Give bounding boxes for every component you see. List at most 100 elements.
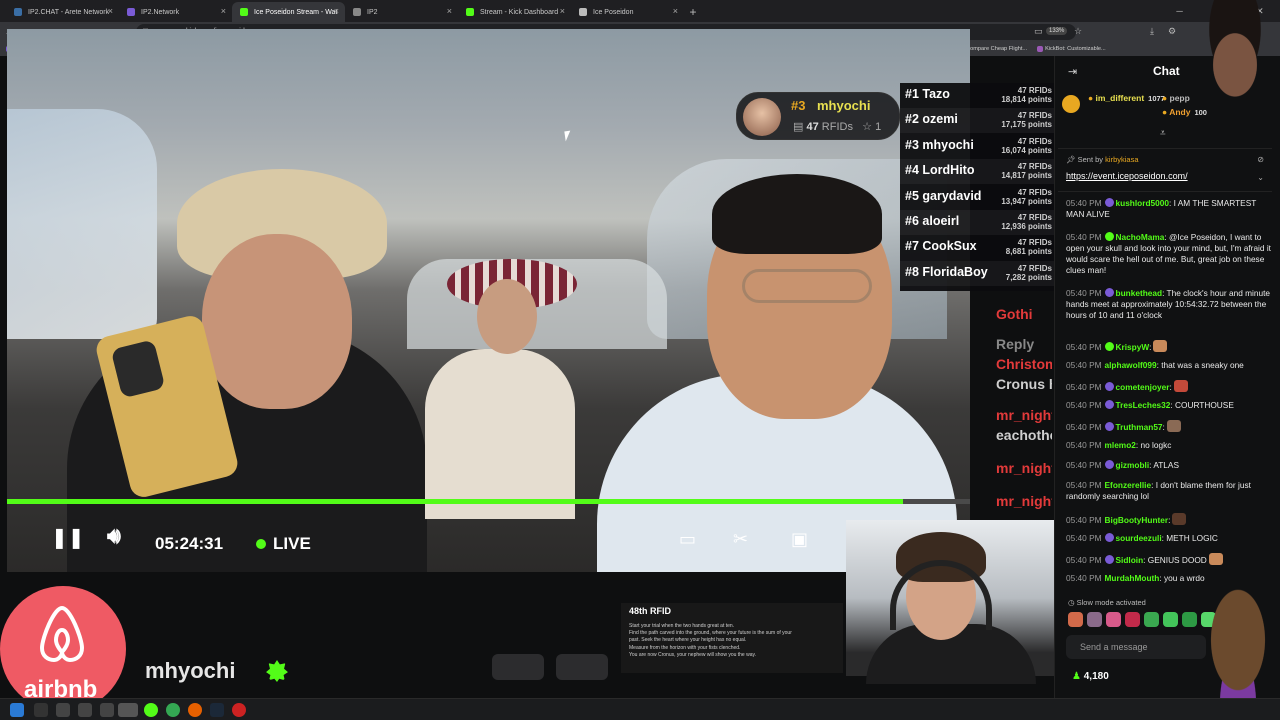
- message-username[interactable]: TresLeches32: [1116, 400, 1171, 410]
- browser-tab[interactable]: Stream - Kick Dashboard ×: [458, 2, 571, 22]
- close-tab-icon[interactable]: ×: [221, 6, 226, 16]
- search-icon[interactable]: [34, 703, 48, 717]
- unpin-icon[interactable]: ⊘: [1257, 155, 1264, 164]
- message-username[interactable]: cometenjoyer: [1116, 382, 1170, 392]
- close-tab-icon[interactable]: ×: [447, 6, 452, 16]
- collapse-chat-icon[interactable]: ⇥: [1068, 65, 1077, 78]
- browser-tab[interactable]: IP2.CHAT - Arete Network ×: [6, 2, 119, 22]
- browser-tab[interactable]: IP2.Network ×: [119, 2, 232, 22]
- emote-icon[interactable]: [1182, 612, 1197, 627]
- emote-icon[interactable]: [1144, 612, 1159, 627]
- app-icon[interactable]: [118, 703, 138, 717]
- message-username[interactable]: NachoMama: [1116, 232, 1165, 242]
- emote-icon[interactable]: [1163, 612, 1178, 627]
- browser-tab[interactable]: Ice Poseidon Stream - Wat ×: [232, 2, 345, 22]
- progress-bar[interactable]: [7, 499, 970, 504]
- emote-icon[interactable]: [1087, 612, 1102, 627]
- leaderboard-row: #7 CookSux 47 RFIDs 8,681 points: [900, 235, 1054, 260]
- close-tab-icon[interactable]: ×: [673, 6, 678, 16]
- gifter[interactable]: ● pepp: [1162, 93, 1194, 103]
- firefox-icon[interactable]: [188, 703, 202, 717]
- extensions-icon[interactable]: ⚙: [1168, 26, 1176, 37]
- gift-coin-icon: ●: [1088, 93, 1096, 103]
- volume-icon[interactable]: 🔊︎: [107, 523, 121, 549]
- browser-tab[interactable]: Ice Poseidon ×: [571, 2, 684, 22]
- emote-icon[interactable]: [1125, 612, 1140, 627]
- stream-time: 05:24:31: [155, 534, 224, 553]
- tab-favicon-icon: [240, 8, 248, 16]
- zoom-badge[interactable]: 133%: [1046, 27, 1068, 35]
- expand-icon[interactable]: ⩡: [1160, 128, 1166, 139]
- app-icon[interactable]: [100, 703, 114, 717]
- emote-icon[interactable]: [1106, 612, 1121, 627]
- pinned-link[interactable]: https://event.iceposeidon.com/: [1066, 171, 1188, 181]
- rfid-label: RFIDs: [821, 121, 853, 133]
- download-icon[interactable]: ⤓: [1150, 26, 1154, 37]
- new-tab-button[interactable]: +: [684, 2, 702, 22]
- bookmark-item[interactable]: KickBot: Customizable...: [1037, 46, 1106, 52]
- leaderboard-row: #2 ozemi 47 RFIDs 17,175 points: [900, 108, 1054, 134]
- leaderboard-stats: 47 RFIDs 8,681 points: [1006, 238, 1052, 256]
- message-username[interactable]: sourdeezuli: [1116, 533, 1162, 543]
- theater-mode-icon[interactable]: ▭: [679, 529, 696, 550]
- close-tab-icon[interactable]: ×: [560, 6, 565, 16]
- minimize-icon[interactable]: ─: [1176, 6, 1182, 16]
- pip-icon[interactable]: ▣: [791, 529, 808, 550]
- os-taskbar: [0, 698, 1280, 720]
- bookmark-star-icon[interactable]: ☆: [1074, 26, 1082, 37]
- task-view-icon[interactable]: [56, 703, 70, 717]
- close-tab-icon[interactable]: ×: [334, 6, 339, 16]
- gifter[interactable]: ● im_different 1077: [1088, 93, 1165, 103]
- chat-message: 05:40 PM MurdahMouth: you a wrdo: [1066, 573, 1272, 584]
- message-username[interactable]: KrispyW: [1116, 342, 1150, 352]
- chevron-down-icon[interactable]: ⌄: [1257, 173, 1264, 182]
- overlay-chat-line: mr_night: [996, 493, 1052, 509]
- clue-body: Start your trial when the two hands grea…: [629, 623, 839, 659]
- leaderboard-rank: #7: [905, 239, 919, 254]
- share-button[interactable]: [556, 654, 608, 680]
- channel-name[interactable]: mhyochi: [145, 658, 235, 684]
- app-icon[interactable]: [232, 703, 246, 717]
- chrome-icon[interactable]: [166, 703, 180, 717]
- clue-line: Find the path carved into the ground, wh…: [629, 630, 792, 637]
- pause-icon[interactable]: ❚❚: [51, 525, 85, 550]
- steam-icon[interactable]: [210, 703, 224, 717]
- live-dot-icon: [256, 539, 266, 549]
- leaderboard-name: #5 garydavid: [905, 189, 981, 203]
- message-username[interactable]: Truthman57: [1116, 422, 1163, 432]
- message-username[interactable]: gizmobli: [1116, 460, 1150, 470]
- pinned-user[interactable]: kirbykiasa: [1105, 155, 1138, 164]
- driver-head: [202, 234, 352, 409]
- message-username[interactable]: kushlord5000: [1116, 198, 1170, 208]
- browser-tab[interactable]: IP2 ×: [345, 2, 458, 22]
- message-username[interactable]: BigBootyHunter: [1105, 515, 1169, 525]
- message-username[interactable]: Efonzerellie: [1105, 480, 1152, 490]
- leaderboard-rank: #3: [905, 137, 919, 152]
- leaderboard-row: #6 aloeirl 47 RFIDs 12,936 points: [900, 210, 1054, 235]
- bookmark-label: KickBot: Customizable...: [1045, 46, 1106, 52]
- message-username[interactable]: bunkethead: [1116, 288, 1163, 298]
- message-username[interactable]: alphawolf099: [1105, 360, 1157, 370]
- gifter[interactable]: ● Andy 100: [1162, 107, 1207, 117]
- message-username[interactable]: MurdahMouth: [1105, 573, 1160, 583]
- rfid-icon: ▤: [793, 121, 804, 133]
- message-text: :: [1162, 422, 1165, 432]
- leaderboard-stats: 47 RFIDs 17,175 points: [1001, 111, 1052, 129]
- chat-input[interactable]: Send a message: [1066, 635, 1206, 659]
- cast-icon[interactable]: ▭: [1034, 26, 1043, 37]
- emote-icon[interactable]: [1068, 612, 1083, 627]
- emote-icon: [1166, 420, 1181, 432]
- screen: IP2.CHAT - Arete Network × IP2.Network × Ice…: [0, 0, 1280, 720]
- message-username[interactable]: Sidloin: [1116, 555, 1144, 565]
- start-icon[interactable]: [10, 703, 24, 717]
- tab-favicon-icon: [466, 8, 474, 16]
- clip-icon[interactable]: ✂: [733, 529, 748, 550]
- close-tab-icon[interactable]: ×: [108, 6, 113, 16]
- follow-button[interactable]: [492, 654, 544, 680]
- message-time: 05:40 PM: [1066, 555, 1102, 565]
- emote-icon: [1173, 380, 1188, 392]
- leaderboard-row: #5 garydavid 47 RFIDs 13,947 points: [900, 185, 1054, 210]
- kick-app-icon[interactable]: [144, 703, 158, 717]
- app-icon[interactable]: [78, 703, 92, 717]
- message-username[interactable]: mlemo2: [1105, 440, 1136, 450]
